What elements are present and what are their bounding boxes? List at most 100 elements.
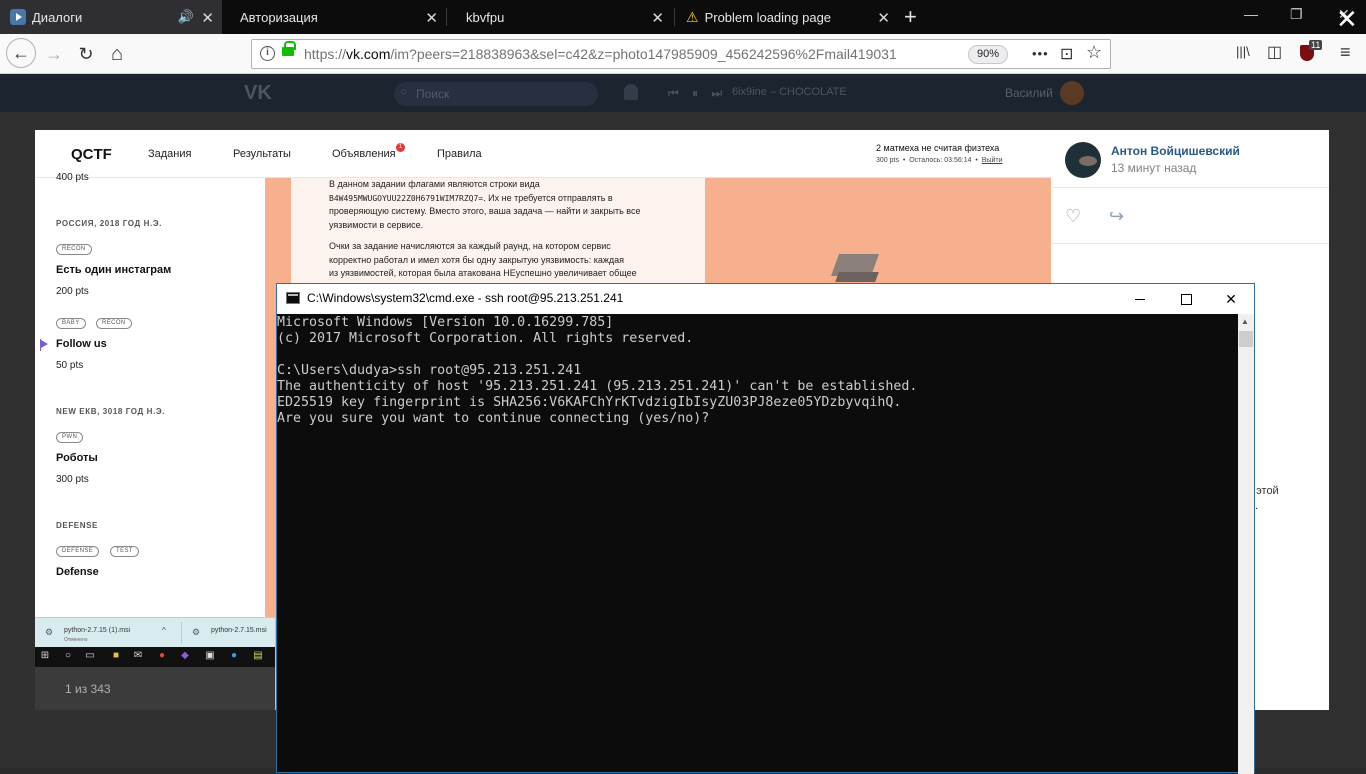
maximize-button[interactable] xyxy=(1163,284,1209,314)
lock-icon[interactable] xyxy=(282,41,296,56)
tab-separator xyxy=(446,8,447,26)
minimize-window-icon[interactable]: — xyxy=(1244,6,1258,22)
info-icon[interactable]: i xyxy=(260,46,275,61)
task-meta: 300 pts • Осталось: 03:56:14 • Выйти xyxy=(876,157,1003,164)
scroll-thumb[interactable] xyxy=(1239,331,1253,347)
menu-icon[interactable]: ≡ xyxy=(1340,42,1351,63)
now-playing-track[interactable]: 6ix9ine – CHOCOLATE xyxy=(732,86,847,98)
terminal-icon: ▣ xyxy=(205,650,215,661)
comment-text: . xyxy=(1255,500,1259,512)
task-name: Роботы xyxy=(56,452,98,464)
browser-tab-strip: Диалоги 🔊 ✕ Авторизация ✕ kbvfpu ✕ ⚠ Pro… xyxy=(0,0,1366,34)
qctf-topbar: QCTF Задания Результаты Объявления 1 Пра… xyxy=(35,130,1051,178)
tab-dialogs[interactable]: Диалоги 🔊 ✕ xyxy=(0,0,222,34)
category-heading: NEW ЕКВ, 3018 ГОД Н.Э. xyxy=(56,407,165,416)
pocket-icon[interactable]: ⊡ xyxy=(1060,44,1073,64)
console-line: (c) 2017 Microsoft Corporation. All righ… xyxy=(277,331,694,346)
divider xyxy=(1051,243,1329,244)
sidebar-icon[interactable]: ◫ xyxy=(1267,42,1282,62)
vk-user-name[interactable]: Василий xyxy=(1005,86,1053,100)
windows-taskbar: ⊞ ○ ▭ ■ ✉ ● ◆ ▣ ● ▤ xyxy=(35,647,275,667)
search-icon: ○ xyxy=(400,86,407,98)
photo-counter: 1 из 343 xyxy=(65,682,111,696)
nav-announcements: Объявления xyxy=(332,148,396,160)
search-placeholder: Поиск xyxy=(416,87,450,101)
task-tag: DEFENSE xyxy=(56,546,100,557)
cmd-console-output[interactable]: Microsoft Windows [Version 10.0.16299.78… xyxy=(277,314,1238,774)
nav-tasks: Задания xyxy=(148,148,192,160)
file-explorer-icon: ■ xyxy=(112,650,120,661)
cmd-scrollbar[interactable]: ▲ xyxy=(1238,314,1254,774)
post-time[interactable]: 13 минут назад xyxy=(1111,161,1196,175)
tab-label: Problem loading page xyxy=(704,9,832,25)
close-tab-icon[interactable]: ✕ xyxy=(651,9,664,27)
share-arrow-icon[interactable]: ↪ xyxy=(1109,206,1124,227)
home-button[interactable]: ⌂ xyxy=(103,40,131,68)
url-bar[interactable]: i https://vk.com/im?peers=218838963&sel=… xyxy=(251,39,1111,69)
qctf-logo: QCTF xyxy=(71,146,112,163)
console-line: ED25519 key fingerprint is SHA256:V6KAFC… xyxy=(277,395,902,410)
task-tag: PWN xyxy=(56,432,84,443)
console-line: Microsoft Windows [Version 10.0.16299.78… xyxy=(277,315,614,330)
cmd-title-bar[interactable]: C:\Windows\system32\cmd.exe - ssh root@9… xyxy=(277,284,1254,314)
download-status: Отменено xyxy=(64,637,88,643)
bookmark-star-icon[interactable]: ☆ xyxy=(1086,42,1102,63)
user-avatar[interactable] xyxy=(1060,81,1084,105)
author-name[interactable]: Антон Войцишевский xyxy=(1111,144,1240,158)
new-tab-button[interactable]: + xyxy=(904,4,917,30)
reload-button[interactable]: ↻ xyxy=(72,40,100,68)
notifications-bell-icon[interactable] xyxy=(624,84,638,100)
mail-icon: ✉ xyxy=(133,650,143,661)
warning-icon: ⚠ xyxy=(686,8,699,25)
tab-label: Авторизация xyxy=(240,9,318,25)
tab-label: Диалоги xyxy=(32,9,83,25)
tab-problem-loading[interactable]: ⚠ Problem loading page ✕ xyxy=(676,0,898,34)
cmd-window[interactable]: C:\Windows\system32\cmd.exe - ssh root@9… xyxy=(276,283,1255,774)
download-separator xyxy=(181,622,182,644)
page-actions-icon[interactable]: ••• xyxy=(1032,46,1049,61)
back-button[interactable]: ← xyxy=(6,38,36,68)
close-photo-viewer-icon[interactable]: ✕ xyxy=(1336,6,1358,32)
url-text[interactable]: https://vk.com/im?peers=218838963&sel=c4… xyxy=(304,46,897,62)
close-button[interactable]: ✕ xyxy=(1208,284,1254,314)
author-avatar[interactable] xyxy=(1065,142,1101,178)
nav-rules: Правила xyxy=(437,148,482,160)
windows-start-icon: ⊞ xyxy=(40,650,50,661)
tab-kbvfpu[interactable]: kbvfpu ✕ xyxy=(450,0,672,34)
addon-badge: 11 xyxy=(1309,40,1323,50)
task-points: 200 pts xyxy=(56,286,89,297)
audio-playing-icon[interactable]: 🔊 xyxy=(178,9,194,25)
telegram-icon: ● xyxy=(230,650,238,661)
task-points: 50 pts xyxy=(56,360,84,371)
browser-nav-bar: ← → ↻ ⌂ i https://vk.com/im?peers=218838… xyxy=(0,34,1366,74)
library-icon[interactable]: |||\ xyxy=(1236,44,1250,59)
vk-favicon-icon xyxy=(10,9,26,25)
vk-logo[interactable]: VK xyxy=(244,82,272,105)
download-file-name: python-2.7.15.msi xyxy=(211,627,267,634)
tab-label: kbvfpu xyxy=(466,9,505,25)
task-title: 2 матмеха не считая физтеха xyxy=(876,143,1000,153)
zoom-level-badge[interactable]: 90% xyxy=(968,45,1008,64)
file-icon: ⚙ xyxy=(45,627,54,637)
player-controls[interactable]: ⏮ ⏸ ⏭ xyxy=(668,86,727,101)
close-tab-icon[interactable]: ✕ xyxy=(425,9,438,27)
task-points: 400 pts xyxy=(56,172,89,183)
visual-studio-icon: ◆ xyxy=(181,650,189,661)
scroll-up-icon[interactable]: ▲ xyxy=(1241,317,1249,326)
task-points: 300 pts xyxy=(56,474,89,485)
vk-search-input[interactable]: ○ Поиск xyxy=(394,82,598,106)
task-tag: RECON xyxy=(96,318,132,329)
restore-window-icon[interactable]: ❐ xyxy=(1290,6,1303,23)
downloads-bar: ⚙ python-2.7.15 (1).msi Отменено ^ ⚙ pyt… xyxy=(35,617,275,647)
divider xyxy=(1051,187,1329,188)
like-heart-icon[interactable]: ♡ xyxy=(1065,206,1081,227)
task-name: Follow us xyxy=(56,338,107,350)
tab-authorization[interactable]: Авторизация ✕ xyxy=(224,0,446,34)
minimize-button[interactable] xyxy=(1117,284,1163,314)
close-tab-icon[interactable]: ✕ xyxy=(201,9,214,27)
minimize-icon xyxy=(1135,298,1145,300)
close-tab-icon[interactable]: ✕ xyxy=(877,9,890,27)
task-view-icon: ▭ xyxy=(85,650,95,661)
forward-button[interactable]: → xyxy=(40,40,68,68)
